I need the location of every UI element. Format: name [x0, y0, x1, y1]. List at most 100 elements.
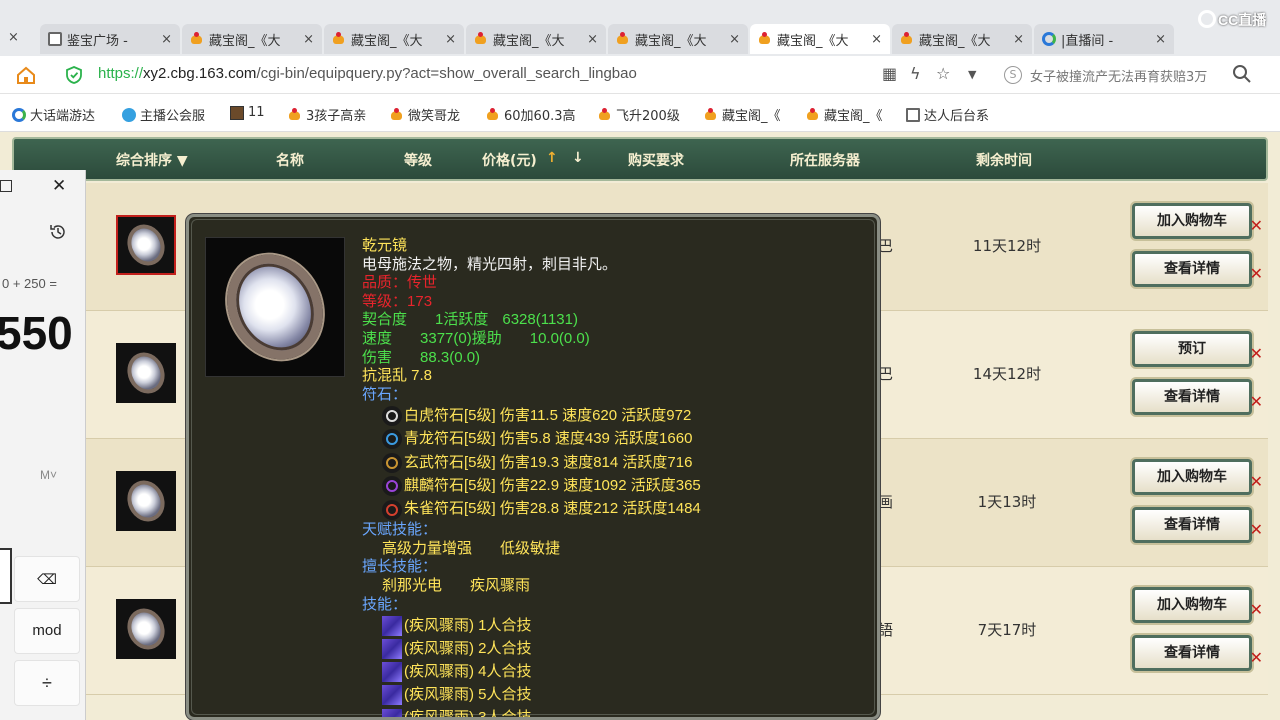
sort-up-icon[interactable]: ↑ — [546, 150, 558, 166]
tab-label: 藏宝阁_《大 — [493, 33, 565, 49]
cc-logo-icon — [1198, 10, 1216, 28]
bookmark-label: 达人后台系 — [924, 109, 990, 124]
button-label: 加入购物车 — [1157, 213, 1227, 229]
tab-cbg-active[interactable]: 藏宝阁_《大 × — [750, 24, 890, 54]
search-icon[interactable] — [1232, 64, 1252, 84]
sort-comprehensive[interactable]: 综合排序 ▼ — [116, 150, 188, 170]
tab-jianbao[interactable]: 鉴宝广场 - × — [40, 24, 180, 54]
sort-down-icon[interactable]: ↓ — [572, 150, 584, 166]
page-icon — [906, 107, 920, 122]
stream-logo-text: CC直播 — [1218, 12, 1267, 28]
deco-cross-icon: ✕ — [1249, 472, 1263, 491]
lightning-icon[interactable]: ϟ — [910, 64, 921, 83]
url-field[interactable]: https://xy2.cbg.163.com/cgi-bin/equipque… — [98, 65, 637, 82]
rune-item: 青龙符石[5级] 伤害5.8 速度439 活跃度1660 — [362, 428, 872, 451]
mirror-icon — [120, 474, 172, 528]
secure-shield-icon[interactable] — [66, 66, 82, 84]
bookmark-item[interactable]: 微笑哥龙 — [390, 105, 460, 124]
tab-close-icon[interactable]: × — [865, 32, 882, 47]
tab-close-icon[interactable]: × — [155, 32, 172, 47]
view-details-button[interactable]: 查看详情 ✕ — [1132, 635, 1263, 671]
bookmark-item[interactable]: 3孩子高亲 — [288, 105, 366, 124]
view-details-button[interactable]: 查看详情 ✕ — [1132, 379, 1263, 415]
item-thumbnail[interactable] — [116, 343, 176, 403]
talent-heading: 天赋技能： — [362, 521, 438, 539]
bookmark-label: 大话端游达 — [30, 109, 96, 124]
tab-cbg[interactable]: 藏宝阁_《大 × — [466, 24, 606, 54]
bookmark-item[interactable]: 60加60.3高 — [486, 105, 576, 124]
tab-close-icon[interactable]: × — [297, 32, 314, 47]
cbg-hat-icon — [806, 107, 820, 122]
mirror-icon — [209, 237, 341, 377]
tab-close-icon[interactable]: × — [581, 32, 598, 47]
chevron-down-icon[interactable]: ▼ — [968, 68, 976, 81]
remaining-time: 1天13时 — [977, 493, 1037, 511]
level-value: 173 — [407, 292, 433, 310]
button-label: 查看详情 — [1164, 645, 1220, 661]
maximize-icon[interactable] — [0, 180, 12, 192]
tab-close-icon[interactable]: × — [439, 32, 456, 47]
grid-icon[interactable]: ▦ — [882, 64, 897, 83]
memory-dropdown[interactable]: M˅ — [40, 468, 57, 482]
skill-text: (疾风骤雨) 1人合技 — [404, 616, 532, 634]
deco-cross-icon: ✕ — [1249, 600, 1263, 619]
bookmark-item[interactable]: 藏宝阁_《 — [704, 105, 781, 124]
item-thumbnail[interactable] — [116, 471, 176, 531]
tab-cbg[interactable]: 藏宝阁_《大 × — [892, 24, 1032, 54]
tab-cbg[interactable]: 藏宝阁_《大 × — [182, 24, 322, 54]
tab-cbg[interactable]: 藏宝阁_《大 × — [608, 24, 748, 54]
tab-live[interactable]: |直播间 - × — [1034, 24, 1174, 54]
item-tooltip: 乾元镜 电母施法之物，精光四射，刺目非凡。 品质：传世 等级：173 契合度 1活… — [186, 214, 880, 720]
tab-close-icon[interactable]: × — [723, 32, 740, 47]
tab-label: |直播间 - — [1061, 33, 1114, 49]
url-host: xy2.cbg.163.com — [143, 65, 257, 82]
rune-text: 麒麟符石[5级] 伤害22.9 速度1092 活跃度365 — [404, 476, 701, 494]
news-ticker[interactable]: S 女子被撞流产无法再育获赔3万 — [1004, 64, 1222, 86]
close-calculator-button[interactable]: ✕ — [52, 176, 66, 196]
view-details-button[interactable]: 查看详情 ✕ — [1132, 251, 1263, 287]
backspace-key[interactable]: ⌫ — [14, 556, 80, 602]
cbg-hat-icon — [900, 32, 914, 46]
star-icon[interactable]: ☆ — [936, 64, 950, 83]
button-label: 预订 — [1178, 341, 1206, 357]
black-tortoise-icon — [382, 452, 402, 473]
bookmark-item[interactable]: 达人后台系 — [906, 105, 989, 124]
item-thumbnail[interactable] — [116, 599, 176, 659]
mod-key[interactable]: mod — [14, 608, 80, 654]
vermilion-bird-icon — [382, 499, 402, 520]
damage-line: 伤害 88.3(0.0) — [362, 349, 872, 368]
bookmark-item[interactable]: 飞升200级 — [598, 105, 680, 124]
cbg-hat-icon — [190, 32, 204, 46]
cbg-hat-icon — [288, 107, 302, 122]
item-name: 乾元镜 — [362, 237, 408, 254]
specialty-heading: 擅长技能： — [362, 558, 438, 576]
rune-text: 玄武符石[5级] 伤害19.3 速度814 活跃度716 — [404, 453, 693, 471]
item-thumbnail[interactable] — [116, 215, 176, 275]
rune-text: 朱雀符石[5级] 伤害28.8 速度212 活跃度1484 — [404, 500, 701, 518]
bookmark-item[interactable]: 藏宝阁_《 — [806, 105, 883, 124]
divide-key[interactable]: ÷ — [14, 660, 80, 706]
tab-close-icon[interactable]: × — [1007, 32, 1024, 47]
close-tab-icon[interactable]: × — [8, 30, 19, 45]
view-details-button[interactable]: 查看详情 ✕ — [1132, 507, 1263, 543]
home-icon[interactable] — [16, 65, 36, 85]
add-to-cart-button[interactable]: 加入购物车 ✕ — [1132, 587, 1263, 623]
white-tiger-icon — [382, 406, 402, 427]
stream-logo: CC直播 — [1198, 10, 1266, 30]
add-to-cart-button[interactable]: 加入购物车 ✕ — [1132, 459, 1263, 495]
speed-line: 速度 3377(0)援助 10.0(0.0) — [362, 330, 872, 349]
add-to-cart-button[interactable]: 加入购物车 ✕ — [1132, 203, 1263, 239]
bookmark-item[interactable]: 主播公会服 — [122, 105, 205, 124]
history-icon[interactable] — [48, 222, 68, 242]
tab-cbg[interactable]: 藏宝阁_《大 × — [324, 24, 464, 54]
specialty-skill: 疾风骤雨 — [470, 577, 531, 595]
bookmark-item[interactable]: 11 — [230, 105, 265, 120]
reserve-button[interactable]: 预订 ✕ — [1132, 331, 1263, 367]
tab-close-icon[interactable]: × — [1149, 32, 1166, 47]
bookmark-item[interactable]: 大话端游达 — [12, 105, 95, 124]
sort-price[interactable]: 价格(元) — [482, 150, 537, 170]
table-header: 综合排序 ▼ 名称 等级 价格(元) ↑ ↓ 购买要求 所在服务器 剩余时间 — [12, 137, 1268, 181]
rune-text: 青龙符石[5级] 伤害5.8 速度439 活跃度1660 — [404, 430, 693, 448]
calculator-panel-edge — [0, 548, 12, 604]
calculator-window: ✕ 0 + 250 = 550 M˅ ⌫ mod ÷ — [0, 170, 86, 720]
